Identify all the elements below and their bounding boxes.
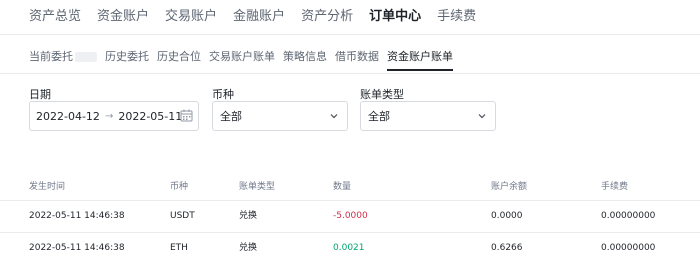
nav-item-fees[interactable]: 手续费 xyxy=(437,0,476,34)
row-fee: 0.00000000 xyxy=(601,243,656,253)
row-amount: -5.0000 xyxy=(333,211,368,221)
column-header-type: 账单类型 xyxy=(239,182,276,192)
sub-nav: 当前委托 历史委托 历史合位 交易账户账单 策略信息 借币数据 资金账户账单 xyxy=(0,46,700,72)
date-from-value[interactable]: 2022-04-12 xyxy=(36,110,100,123)
row-bill-type: 兑换 xyxy=(239,243,258,253)
top-nav-divider xyxy=(0,34,700,35)
nav-item-asset-analysis[interactable]: 资产分析 xyxy=(301,0,353,34)
bill-type-filter-label: 账单类型 xyxy=(360,88,404,101)
row-fee: 0.00000000 xyxy=(601,211,656,221)
tab-order-history[interactable]: 历史委托 xyxy=(105,46,149,68)
column-header-time: 发生时间 xyxy=(29,182,66,192)
tab-position-history[interactable]: 历史合位 xyxy=(157,46,201,68)
date-range-picker[interactable]: 2022-04-12 → 2022-05-11 xyxy=(29,101,199,131)
row-bill-type: 兑换 xyxy=(239,211,258,221)
row-coin: ETH xyxy=(170,243,188,253)
column-header-coin: 币种 xyxy=(170,182,189,192)
column-header-fee: 手续费 xyxy=(601,182,629,192)
row-time: 2022-05-11 14:46:38 xyxy=(29,243,125,253)
redacted-badge xyxy=(75,52,97,62)
top-nav: 资产总览 资金账户 交易账户 金融账户 资产分析 订单中心 手续费 xyxy=(0,0,700,34)
date-to-value[interactable]: 2022-05-11 xyxy=(118,110,182,123)
row-balance: 0.6266 xyxy=(491,243,523,253)
bill-type-select-value: 全部 xyxy=(368,110,390,123)
tab-trading-account-bills[interactable]: 交易账户账单 xyxy=(209,46,275,68)
row-amount: 0.0021 xyxy=(333,243,365,253)
date-range-arrow: → xyxy=(104,110,114,122)
tab-borrow-data[interactable]: 借币数据 xyxy=(335,46,379,68)
tab-funding-account-bills[interactable]: 资金账户账单 xyxy=(387,46,453,71)
coin-select-value: 全部 xyxy=(220,110,242,123)
bill-type-select[interactable]: 全部 xyxy=(360,101,496,131)
coin-filter-label: 币种 xyxy=(212,88,234,101)
table-row[interactable]: 2022-05-11 14:46:38 USDT 兑换 -5.0000 0.00… xyxy=(0,200,700,231)
column-header-amount: 数量 xyxy=(333,182,352,192)
nav-item-funding-account[interactable]: 资金账户 xyxy=(97,0,149,34)
sub-nav-divider xyxy=(0,73,700,74)
chevron-down-icon xyxy=(477,111,487,124)
calendar-icon[interactable] xyxy=(180,109,193,125)
nav-item-finance-account[interactable]: 金融账户 xyxy=(233,0,285,34)
row-coin: USDT xyxy=(170,211,195,221)
nav-item-order-center[interactable]: 订单中心 xyxy=(369,0,421,34)
row-time: 2022-05-11 14:46:38 xyxy=(29,211,125,221)
coin-select[interactable]: 全部 xyxy=(212,101,348,131)
chevron-down-icon xyxy=(329,111,339,124)
table-row[interactable]: 2022-05-11 14:46:38 ETH 兑换 0.0021 0.6266… xyxy=(0,232,700,263)
row-balance: 0.0000 xyxy=(491,211,523,221)
column-header-balance: 账户余额 xyxy=(491,182,528,192)
tab-open-orders[interactable]: 当前委托 xyxy=(29,46,97,68)
date-filter-label: 日期 xyxy=(29,88,51,101)
nav-item-asset-overview[interactable]: 资产总览 xyxy=(29,0,81,34)
tab-strategy-info[interactable]: 策略信息 xyxy=(283,46,327,68)
nav-item-trading-account[interactable]: 交易账户 xyxy=(165,0,217,34)
